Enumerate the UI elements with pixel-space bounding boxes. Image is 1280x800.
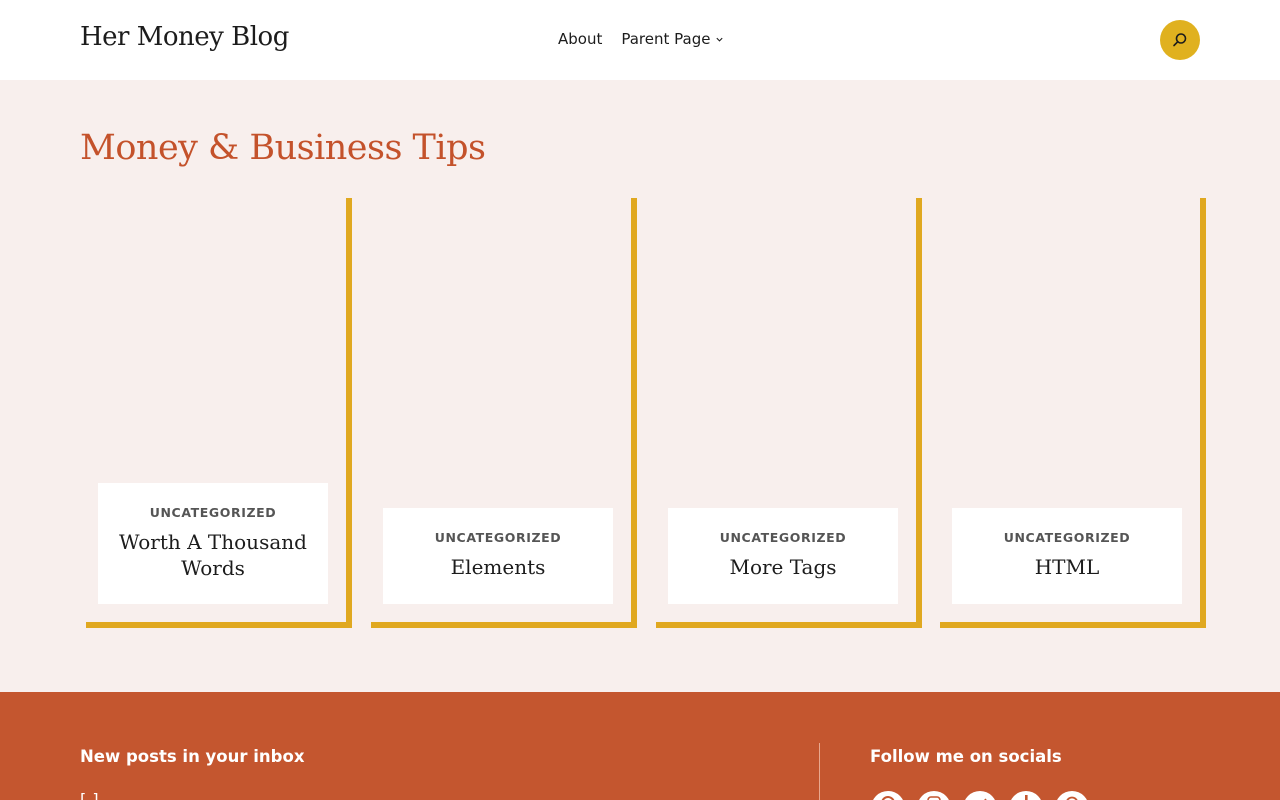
- socials-heading: Follow me on socials: [870, 747, 1062, 766]
- post-card[interactable]: UNCATEGORIZED HTML: [940, 198, 1206, 628]
- twitter-icon: [984, 798, 987, 800]
- page-title: Money & Business Tips: [80, 128, 486, 168]
- site-title-link[interactable]: Her Money Blog: [80, 22, 289, 52]
- post-category-link[interactable]: UNCATEGORIZED: [952, 530, 1182, 545]
- post-title-link[interactable]: HTML: [952, 554, 1182, 580]
- card-border-bottom: [371, 622, 637, 628]
- footer-divider: [819, 743, 820, 800]
- post-card[interactable]: UNCATEGORIZED Elements: [371, 198, 637, 628]
- chevron-down-icon[interactable]: [715, 35, 724, 44]
- card-border-right: [346, 198, 352, 628]
- tiktok-link[interactable]: [1009, 791, 1043, 800]
- card-border-right: [631, 198, 637, 628]
- post-title-link[interactable]: Worth A Thousand Words: [98, 529, 328, 581]
- post-category-link[interactable]: UNCATEGORIZED: [668, 530, 898, 545]
- pinterest-link[interactable]: [1055, 791, 1089, 800]
- search-button[interactable]: [1160, 20, 1200, 60]
- post-category-link[interactable]: UNCATEGORIZED: [383, 530, 613, 545]
- tiktok-icon: [1025, 795, 1028, 800]
- instagram-icon: [927, 796, 941, 800]
- card-border-right: [1200, 198, 1206, 628]
- facebook-link[interactable]: [871, 791, 905, 800]
- site-footer: New posts in your inbox [ ] Follow me on…: [0, 692, 1280, 800]
- card-border-right: [916, 198, 922, 628]
- newsletter-form-placeholder: [ ]: [80, 790, 100, 800]
- post-card[interactable]: UNCATEGORIZED Worth A Thousand Words: [86, 198, 352, 628]
- post-category-link[interactable]: UNCATEGORIZED: [98, 505, 328, 520]
- card-border-bottom: [86, 622, 352, 628]
- nav-item-parent-page[interactable]: Parent Page: [621, 30, 724, 48]
- post-title-link[interactable]: More Tags: [668, 554, 898, 580]
- site-header: Her Money Blog About Parent Page: [0, 0, 1280, 80]
- post-title-link[interactable]: Elements: [383, 554, 613, 580]
- post-card-label: UNCATEGORIZED Worth A Thousand Words: [98, 483, 328, 604]
- facebook-icon: [881, 796, 895, 800]
- card-border-bottom: [656, 622, 922, 628]
- post-card-label: UNCATEGORIZED More Tags: [668, 508, 898, 604]
- post-card[interactable]: UNCATEGORIZED More Tags: [656, 198, 922, 628]
- main-nav: About Parent Page: [558, 30, 724, 48]
- nav-item-about[interactable]: About: [558, 30, 602, 48]
- post-card-label: UNCATEGORIZED HTML: [952, 508, 1182, 604]
- nav-item-parent-page-label: Parent Page: [621, 30, 711, 48]
- instagram-link[interactable]: [917, 791, 951, 800]
- card-border-bottom: [940, 622, 1206, 628]
- post-card-label: UNCATEGORIZED Elements: [383, 508, 613, 604]
- twitter-link[interactable]: [963, 791, 997, 800]
- search-icon: [1173, 33, 1187, 47]
- pinterest-icon: [1066, 796, 1078, 800]
- newsletter-heading: New posts in your inbox: [80, 747, 305, 766]
